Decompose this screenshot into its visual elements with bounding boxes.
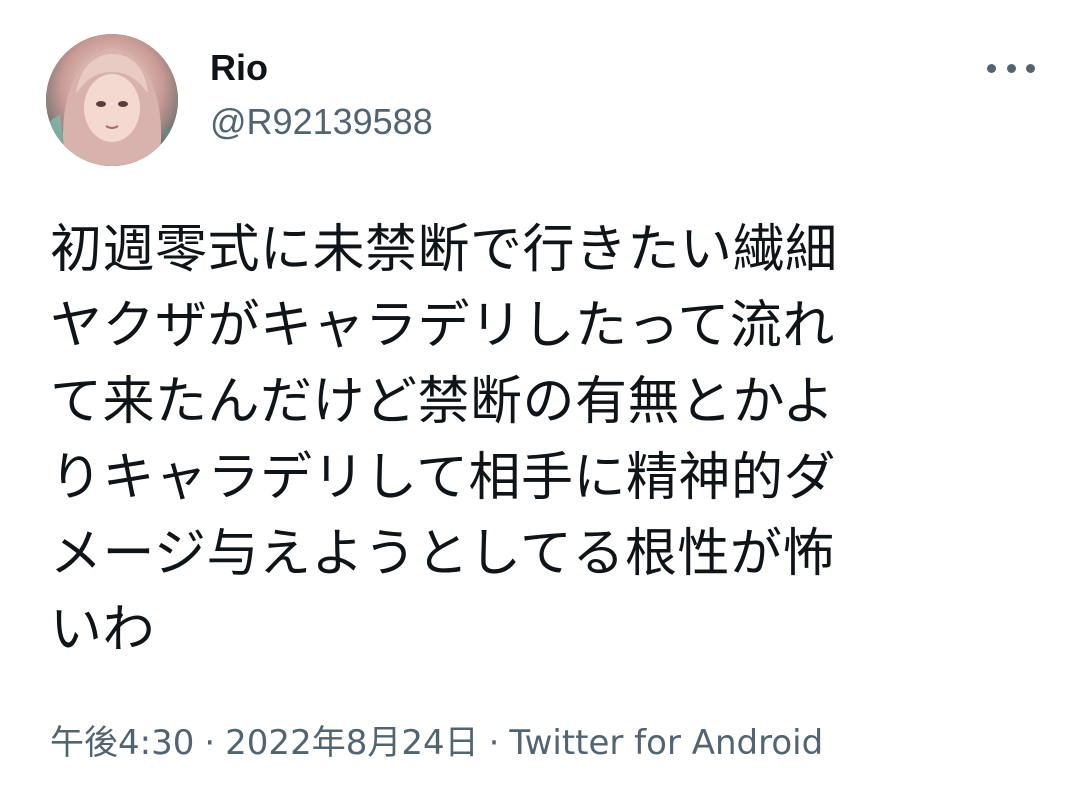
more-horizontal-icon-dot — [1006, 63, 1016, 73]
more-horizontal-icon-dot — [1026, 63, 1035, 73]
tweet-text-line: いわ — [50, 600, 156, 660]
more-options-button[interactable] — [985, 52, 1037, 84]
tweet-metadata: 午後4:30 · 2022年8月24日 · Twitter for Android — [50, 720, 823, 766]
tweet-text-line: 初週零式に未禁断で行きたい繊細 — [50, 220, 838, 280]
more-horizontal-icon — [987, 63, 996, 73]
separator: · — [488, 723, 500, 763]
avatar-image — [46, 34, 178, 166]
tweet-date[interactable]: 2022年8月24日 — [225, 723, 478, 763]
tweet-text-line: りキャラデリして相手に精神的ダ — [50, 448, 836, 508]
tweet-text-line: メージ与えようとしてる根性が怖 — [50, 524, 835, 584]
display-name[interactable]: Rio — [210, 46, 268, 90]
tweet-detail: Rio @R92139588 初週零式に未禁断で行きたい繊細 ヤクザがキャラデリ… — [0, 0, 1080, 798]
tweet-text-line: ヤクザがキャラデリしたって流れ — [50, 296, 835, 356]
avatar[interactable] — [46, 34, 178, 166]
tweet-time[interactable]: 午後4:30 — [50, 723, 194, 763]
tweet-text: 初週零式に未禁断で行きたい繊細 ヤクザがキャラデリしたって流れ て来たんだけど禁… — [50, 212, 1010, 668]
user-handle[interactable]: @R92139588 — [210, 100, 433, 144]
tweet-text-line: て来たんだけど禁断の有無とかよ — [50, 372, 835, 432]
tweet-source[interactable]: Twitter for Android — [509, 723, 823, 763]
separator: · — [204, 723, 216, 763]
